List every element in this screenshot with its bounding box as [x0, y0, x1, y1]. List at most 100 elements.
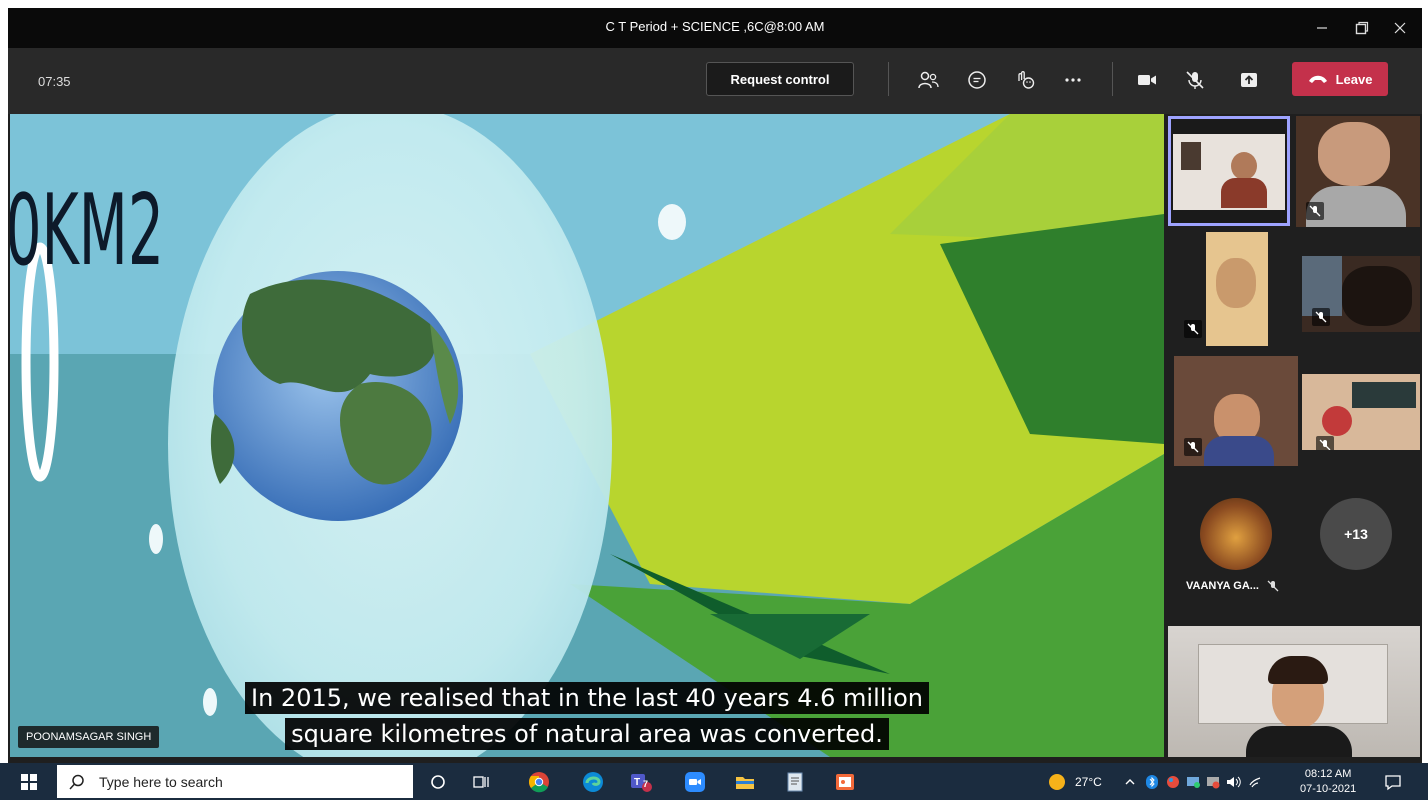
slide-heading: 0KM2: [10, 174, 227, 288]
teams-icon: T: [631, 774, 652, 792]
notification-icon: [1385, 775, 1401, 791]
slide-text: 0KM2: [10, 174, 165, 288]
caption-text-2: square kilometres of natural area was co…: [285, 718, 889, 750]
zoom-icon: [685, 772, 705, 792]
restore-button[interactable]: [1342, 8, 1382, 48]
participant-tile-active[interactable]: [1168, 116, 1290, 226]
close-button[interactable]: [1380, 8, 1420, 48]
windows-taskbar: Type here to search T 7 27°C 08:12 AM 07…: [0, 763, 1428, 800]
app-tray-icon[interactable]: [1166, 775, 1180, 789]
request-control-button[interactable]: Request control: [706, 62, 854, 96]
mic-muted-icon: [1312, 308, 1330, 326]
participant-tile[interactable]: [1296, 116, 1420, 227]
minimize-icon: [1317, 27, 1327, 29]
monitor-tray-icon[interactable]: [1186, 775, 1200, 789]
participant-video: [1173, 134, 1285, 210]
more-icon: [1065, 78, 1081, 82]
share-button[interactable]: [1234, 65, 1264, 95]
cortana-icon: [431, 775, 445, 789]
chrome-app[interactable]: [526, 769, 552, 795]
volume-icon[interactable]: [1226, 775, 1242, 789]
task-view-icon: [473, 776, 489, 788]
svg-text:T: T: [634, 777, 640, 788]
caption-line-2: square kilometres of natural area was co…: [10, 718, 1164, 750]
mic-muted-icon: [1186, 71, 1204, 89]
close-icon: [1394, 22, 1406, 34]
reactions-button[interactable]: [1010, 65, 1040, 95]
self-view-tile[interactable]: [1168, 626, 1420, 757]
file-explorer-app[interactable]: [732, 769, 758, 795]
folder-icon: [736, 777, 754, 789]
camera-button[interactable]: [1132, 65, 1162, 95]
people-icon: [918, 71, 939, 89]
participants-panel: VAANYA GA... +13: [1166, 114, 1422, 757]
meeting-controls-bar: 07:35 Request control Leave: [8, 48, 1422, 114]
reactions-icon: [1018, 71, 1035, 89]
leave-label: Leave: [1335, 71, 1373, 87]
task-view-button[interactable]: [468, 769, 494, 795]
teams-app[interactable]: T 7: [628, 769, 654, 795]
chrome-icon: [529, 772, 549, 793]
chat-button[interactable]: [962, 65, 992, 95]
microphone-button[interactable]: [1180, 65, 1210, 95]
weather-sun-icon: [1049, 774, 1065, 790]
presenter-name-label: POONAMSAGAR SINGH: [18, 726, 160, 748]
avatar[interactable]: [1200, 498, 1272, 570]
leave-button[interactable]: Leave: [1292, 62, 1388, 96]
hang-up-icon: [1308, 75, 1327, 83]
paint-icon: [836, 774, 854, 790]
mic-muted-icon: [1316, 436, 1334, 450]
notepad-icon: [787, 772, 803, 792]
meeting-timer: 07:35: [38, 74, 71, 89]
mic-muted-icon: [1267, 580, 1279, 592]
windows-icon: [21, 774, 37, 790]
notepad-app[interactable]: [782, 769, 808, 795]
edge-icon: [583, 772, 603, 792]
participants-button[interactable]: [913, 65, 943, 95]
participant-name: VAANYA GA...: [1186, 580, 1259, 592]
chevron-up-icon: [1125, 779, 1135, 785]
bluetooth-icon[interactable]: [1146, 775, 1158, 789]
wifi-icon[interactable]: [1248, 775, 1262, 789]
divider: [1112, 62, 1113, 96]
notifications-button[interactable]: [1380, 769, 1406, 795]
restore-icon: [1355, 21, 1369, 35]
caption-line-1: In 2015, we realised that in the last 40…: [10, 682, 1164, 714]
participant-tile[interactable]: [1174, 356, 1298, 466]
participant-tile[interactable]: [1302, 374, 1420, 450]
overflow-count: +13: [1344, 526, 1368, 542]
temperature: 27°C: [1075, 775, 1102, 789]
zoom-app[interactable]: [682, 769, 708, 795]
teams-window: C T Period + SCIENCE ,6C@8:00 AM 07:35 R…: [8, 8, 1422, 763]
cortana-button[interactable]: [425, 769, 451, 795]
window-title: C T Period + SCIENCE ,6C@8:00 AM: [605, 19, 825, 34]
participant-name-row: VAANYA GA...: [1186, 580, 1279, 592]
mic-muted-icon: [1184, 438, 1202, 456]
start-button[interactable]: [16, 769, 42, 795]
more-participants-button[interactable]: +13: [1320, 498, 1392, 570]
clock-date: 07-10-2021: [1300, 783, 1357, 795]
search-icon: [69, 774, 84, 790]
clock-time: 08:12 AM: [1304, 768, 1352, 780]
chat-icon: [968, 71, 986, 89]
participant-tile[interactable]: [1302, 256, 1420, 332]
search-placeholder: Type here to search: [99, 773, 223, 790]
clock[interactable]: 08:12 AM 07-10-2021: [1300, 767, 1356, 797]
minimize-button[interactable]: [1302, 8, 1342, 48]
more-options-button[interactable]: [1058, 65, 1088, 95]
teams-badge: 7: [643, 779, 649, 789]
mic-muted-icon: [1306, 202, 1324, 220]
security-tray-icon[interactable]: [1206, 775, 1220, 789]
share-icon: [1241, 73, 1257, 87]
camera-icon: [1138, 75, 1156, 85]
divider: [888, 62, 889, 96]
shared-screen: 0KM2 In 2015, we realised that in the la…: [10, 114, 1164, 757]
title-bar: C T Period + SCIENCE ,6C@8:00 AM: [8, 8, 1422, 48]
participant-tile[interactable]: [1174, 232, 1278, 346]
edge-app[interactable]: [580, 769, 606, 795]
paint-app[interactable]: [832, 769, 858, 795]
taskbar-search-box[interactable]: Type here to search: [57, 765, 413, 798]
caption-text-1: In 2015, we realised that in the last 40…: [245, 682, 929, 714]
show-hidden-icons-button[interactable]: [1120, 769, 1140, 795]
mic-muted-icon: [1184, 320, 1202, 338]
